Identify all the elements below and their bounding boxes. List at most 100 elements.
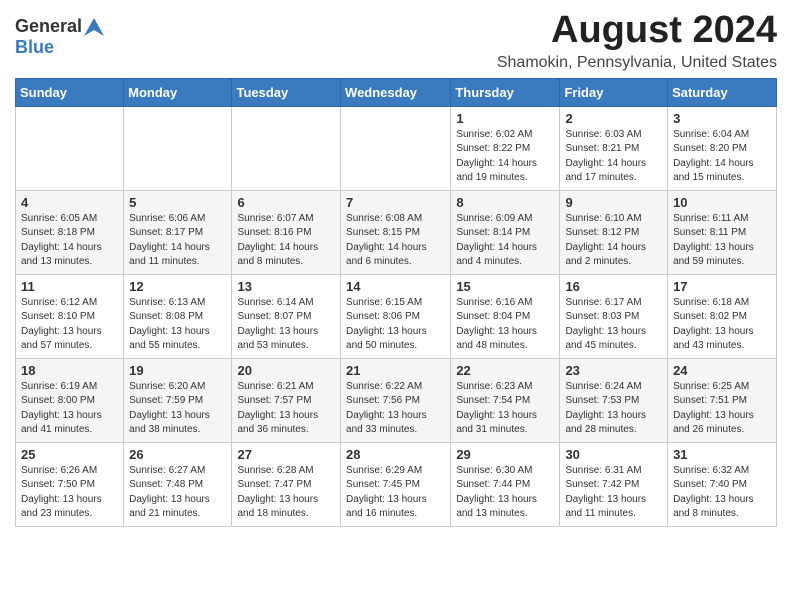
day-number: 7 bbox=[346, 195, 445, 210]
week-row-4: 18 Sunrise: 6:19 AMSunset: 8:00 PMDayligh… bbox=[16, 358, 777, 442]
header-sunday: Sunday bbox=[16, 78, 124, 106]
logo-blue-text: Blue bbox=[15, 37, 54, 58]
calendar-cell-w4-d4: 21 Sunrise: 6:22 AMSunset: 7:56 PMDayligh… bbox=[341, 358, 451, 442]
day-info: Sunrise: 6:02 AMSunset: 8:22 PMDaylight:… bbox=[456, 128, 554, 186]
day-info: Sunrise: 6:18 AMSunset: 8:02 PMDaylight:… bbox=[673, 296, 771, 354]
calendar-cell-w3-d3: 13 Sunrise: 6:14 AMSunset: 8:07 PMDayligh… bbox=[232, 274, 341, 358]
day-number: 6 bbox=[237, 195, 335, 210]
month-year-title: August 2024 bbox=[497, 10, 777, 52]
calendar-cell-w2-d1: 4 Sunrise: 6:05 AMSunset: 8:18 PMDaylight… bbox=[16, 190, 124, 274]
day-number: 19 bbox=[129, 363, 226, 378]
day-info: Sunrise: 6:29 AMSunset: 7:45 PMDaylight:… bbox=[346, 464, 445, 522]
calendar-cell-w2-d4: 7 Sunrise: 6:08 AMSunset: 8:15 PMDaylight… bbox=[341, 190, 451, 274]
day-info: Sunrise: 6:16 AMSunset: 8:04 PMDaylight:… bbox=[456, 296, 554, 354]
week-row-1: 1 Sunrise: 6:02 AMSunset: 8:22 PMDaylight… bbox=[16, 106, 777, 190]
calendar-cell-w5-d2: 26 Sunrise: 6:27 AMSunset: 7:48 PMDayligh… bbox=[124, 442, 232, 526]
title-area: August 2024 Shamokin, Pennsylvania, Unit… bbox=[497, 10, 777, 72]
day-info: Sunrise: 6:21 AMSunset: 7:57 PMDaylight:… bbox=[237, 380, 335, 438]
location-subtitle: Shamokin, Pennsylvania, United States bbox=[497, 54, 777, 72]
day-number: 17 bbox=[673, 279, 771, 294]
day-number: 21 bbox=[346, 363, 445, 378]
day-number: 23 bbox=[565, 363, 662, 378]
day-info: Sunrise: 6:07 AMSunset: 8:16 PMDaylight:… bbox=[237, 212, 335, 270]
calendar-table: Sunday Monday Tuesday Wednesday Thursday… bbox=[15, 78, 777, 527]
day-number: 5 bbox=[129, 195, 226, 210]
day-number: 3 bbox=[673, 111, 771, 126]
day-info: Sunrise: 6:05 AMSunset: 8:18 PMDaylight:… bbox=[21, 212, 118, 270]
calendar-header: Sunday Monday Tuesday Wednesday Thursday… bbox=[16, 78, 777, 106]
calendar-cell-w2-d5: 8Sunrise: 6:09 AMSunset: 8:14 PMDaylight… bbox=[451, 190, 560, 274]
calendar-cell-w5-d5: 29 Sunrise: 6:30 AMSunset: 7:44 PMDayligh… bbox=[451, 442, 560, 526]
day-info: Sunrise: 6:22 AMSunset: 7:56 PMDaylight:… bbox=[346, 380, 445, 438]
day-number: 20 bbox=[237, 363, 335, 378]
day-info: Sunrise: 6:14 AMSunset: 8:07 PMDaylight:… bbox=[237, 296, 335, 354]
day-info: Sunrise: 6:03 AMSunset: 8:21 PMDaylight:… bbox=[565, 128, 662, 186]
day-info: Sunrise: 6:09 AMSunset: 8:14 PMDaylight:… bbox=[456, 212, 554, 270]
calendar-cell-w5-d1: 25 Sunrise: 6:26 AMSunset: 7:50 PMDayligh… bbox=[16, 442, 124, 526]
calendar-body: 1 Sunrise: 6:02 AMSunset: 8:22 PMDaylight… bbox=[16, 106, 777, 526]
calendar-cell-w1-d3 bbox=[232, 106, 341, 190]
calendar-cell-w3-d7: 17 Sunrise: 6:18 AMSunset: 8:02 PMDayligh… bbox=[668, 274, 777, 358]
calendar-cell-w5-d7: 31 Sunrise: 6:32 AMSunset: 7:40 PMDayligh… bbox=[668, 442, 777, 526]
week-row-3: 11 Sunrise: 6:12 AMSunset: 8:10 PMDayligh… bbox=[16, 274, 777, 358]
day-info: Sunrise: 6:31 AMSunset: 7:42 PMDaylight:… bbox=[565, 464, 662, 522]
calendar-cell-w5-d4: 28Sunrise: 6:29 AMSunset: 7:45 PMDayligh… bbox=[341, 442, 451, 526]
day-info: Sunrise: 6:23 AMSunset: 7:54 PMDaylight:… bbox=[456, 380, 554, 438]
day-number: 25 bbox=[21, 447, 118, 462]
day-number: 11 bbox=[21, 279, 118, 294]
week-row-2: 4 Sunrise: 6:05 AMSunset: 8:18 PMDaylight… bbox=[16, 190, 777, 274]
day-number: 29 bbox=[456, 447, 554, 462]
day-number: 18 bbox=[21, 363, 118, 378]
day-info: Sunrise: 6:06 AMSunset: 8:17 PMDaylight:… bbox=[129, 212, 226, 270]
day-info: Sunrise: 6:19 AMSunset: 8:00 PMDaylight:… bbox=[21, 380, 118, 438]
day-info: Sunrise: 6:30 AMSunset: 7:44 PMDaylight:… bbox=[456, 464, 554, 522]
day-number: 26 bbox=[129, 447, 226, 462]
header-tuesday: Tuesday bbox=[232, 78, 341, 106]
day-number: 15 bbox=[456, 279, 554, 294]
calendar-cell-w5-d3: 27 Sunrise: 6:28 AMSunset: 7:47 PMDayligh… bbox=[232, 442, 341, 526]
calendar-cell-w3-d6: 16 Sunrise: 6:17 AMSunset: 8:03 PMDayligh… bbox=[560, 274, 668, 358]
day-info: Sunrise: 6:15 AMSunset: 8:06 PMDaylight:… bbox=[346, 296, 445, 354]
calendar-cell-w1-d5: 1 Sunrise: 6:02 AMSunset: 8:22 PMDaylight… bbox=[451, 106, 560, 190]
day-info: Sunrise: 6:11 AMSunset: 8:11 PMDaylight:… bbox=[673, 212, 771, 270]
day-number: 4 bbox=[21, 195, 118, 210]
day-number: 16 bbox=[565, 279, 662, 294]
day-number: 1 bbox=[456, 111, 554, 126]
calendar-cell-w4-d3: 20 Sunrise: 6:21 AMSunset: 7:57 PMDayligh… bbox=[232, 358, 341, 442]
header-saturday: Saturday bbox=[668, 78, 777, 106]
day-info: Sunrise: 6:17 AMSunset: 8:03 PMDaylight:… bbox=[565, 296, 662, 354]
calendar-cell-w1-d2 bbox=[124, 106, 232, 190]
day-info: Sunrise: 6:26 AMSunset: 7:50 PMDaylight:… bbox=[21, 464, 118, 522]
calendar-cell-w2-d6: 9 Sunrise: 6:10 AMSunset: 8:12 PMDaylight… bbox=[560, 190, 668, 274]
day-number: 31 bbox=[673, 447, 771, 462]
day-number: 2 bbox=[565, 111, 662, 126]
day-number: 14 bbox=[346, 279, 445, 294]
calendar-cell-w1-d4 bbox=[341, 106, 451, 190]
day-info: Sunrise: 6:32 AMSunset: 7:40 PMDaylight:… bbox=[673, 464, 771, 522]
day-info: Sunrise: 6:12 AMSunset: 8:10 PMDaylight:… bbox=[21, 296, 118, 354]
header: General Blue August 2024 Shamokin, Penns… bbox=[15, 10, 777, 72]
calendar-cell-w4-d6: 23 Sunrise: 6:24 AMSunset: 7:53 PMDayligh… bbox=[560, 358, 668, 442]
day-info: Sunrise: 6:28 AMSunset: 7:47 PMDaylight:… bbox=[237, 464, 335, 522]
day-info: Sunrise: 6:25 AMSunset: 7:51 PMDaylight:… bbox=[673, 380, 771, 438]
calendar-cell-w4-d7: 24 Sunrise: 6:25 AMSunset: 7:51 PMDayligh… bbox=[668, 358, 777, 442]
day-number: 9 bbox=[565, 195, 662, 210]
logo: General Blue bbox=[15, 16, 104, 58]
day-info: Sunrise: 6:24 AMSunset: 7:53 PMDaylight:… bbox=[565, 380, 662, 438]
day-number: 30 bbox=[565, 447, 662, 462]
logo-bird-icon bbox=[84, 18, 104, 36]
day-info: Sunrise: 6:13 AMSunset: 8:08 PMDaylight:… bbox=[129, 296, 226, 354]
logo-general-text: General bbox=[15, 16, 82, 37]
calendar-cell-w4-d1: 18 Sunrise: 6:19 AMSunset: 8:00 PMDayligh… bbox=[16, 358, 124, 442]
day-number: 10 bbox=[673, 195, 771, 210]
day-info: Sunrise: 6:10 AMSunset: 8:12 PMDaylight:… bbox=[565, 212, 662, 270]
day-number: 24 bbox=[673, 363, 771, 378]
day-info: Sunrise: 6:08 AMSunset: 8:15 PMDaylight:… bbox=[346, 212, 445, 270]
day-number: 27 bbox=[237, 447, 335, 462]
day-info: Sunrise: 6:20 AMSunset: 7:59 PMDaylight:… bbox=[129, 380, 226, 438]
day-number: 13 bbox=[237, 279, 335, 294]
day-info: Sunrise: 6:27 AMSunset: 7:48 PMDaylight:… bbox=[129, 464, 226, 522]
calendar-cell-w3-d1: 11 Sunrise: 6:12 AMSunset: 8:10 PMDayligh… bbox=[16, 274, 124, 358]
calendar-cell-w3-d5: 15 Sunrise: 6:16 AMSunset: 8:04 PMDayligh… bbox=[451, 274, 560, 358]
day-info: Sunrise: 6:04 AMSunset: 8:20 PMDaylight:… bbox=[673, 128, 771, 186]
